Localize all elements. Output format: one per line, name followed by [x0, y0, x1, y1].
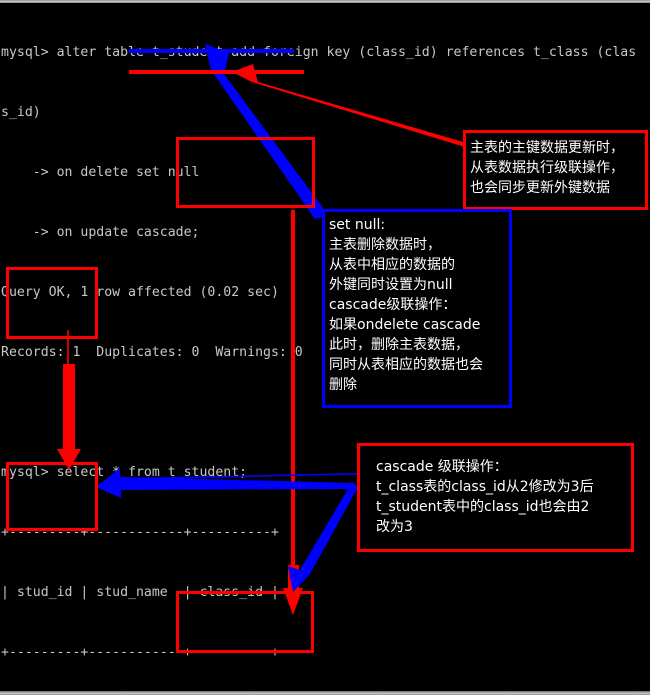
note-update-cascade-box: 主表的主键数据更新时， 从表数据执行级联操作， 也会同步更新外键数据	[463, 130, 648, 210]
terminal-window: mysql> alter table t_student add foreign…	[0, 0, 650, 695]
highlight-class-id-class-before	[6, 267, 98, 339]
note-set-null-box: set null: 主表删除数据时， 从表中相应的数据的 外键同时设置为null…	[322, 209, 512, 408]
highlight-class-id-student-before	[176, 137, 315, 208]
on-delete-set-null-underline	[129, 49, 294, 53]
highlight-class-id-student-after	[176, 591, 314, 653]
note-cascade-demo-text: cascade 级联操作： t_class表的class_id从2修改为3后 t…	[376, 459, 594, 535]
terminal-line: s_id)	[1, 105, 41, 120]
note-cascade-demo-box: cascade 级联操作： t_class表的class_id从2修改为3后 t…	[357, 443, 634, 552]
highlight-class-id-class-after	[6, 462, 98, 531]
on-update-cascade-underline	[129, 70, 304, 74]
terminal-line: mysql> alter table t_student add foreign…	[1, 45, 637, 60]
note-set-null-text: set null: 主表删除数据时， 从表中相应的数据的 外键同时设置为null…	[329, 217, 483, 393]
terminal-line: | stud_id | stud_name | class_id |	[1, 585, 279, 600]
window-bottom-strip	[0, 691, 650, 695]
terminal-line: +---------+------------+----------+	[1, 645, 279, 660]
note-update-cascade-text: 主表的主键数据更新时， 从表数据执行级联操作， 也会同步更新外键数据	[470, 140, 624, 196]
